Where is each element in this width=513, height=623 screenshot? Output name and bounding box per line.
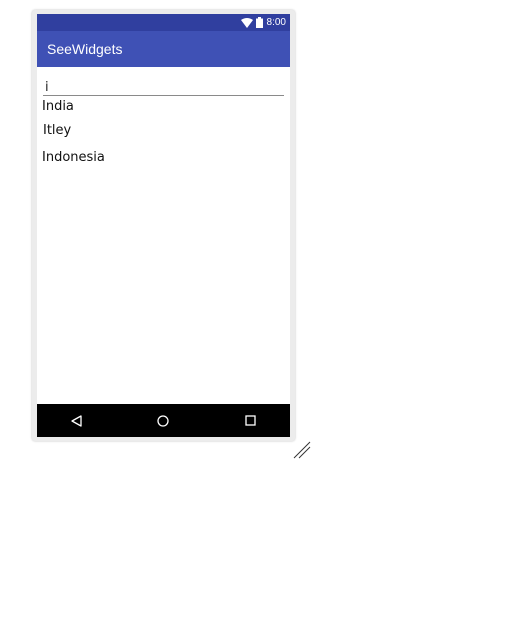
back-icon bbox=[70, 414, 82, 427]
suggestion-item-india[interactable]: India bbox=[42, 99, 74, 114]
status-time: 8:00 bbox=[266, 17, 286, 28]
status-icons: 8:00 bbox=[240, 14, 286, 31]
suggestion-item-itley[interactable]: Itley bbox=[43, 123, 71, 138]
back-button[interactable] bbox=[61, 404, 91, 437]
recents-button[interactable] bbox=[235, 404, 265, 437]
home-icon bbox=[157, 414, 169, 427]
app-title: SeeWidgets bbox=[47, 41, 123, 57]
emulator-frame: 8:00 SeeWidgets India Itley Indonesia bbox=[32, 10, 295, 441]
wifi-icon bbox=[240, 17, 253, 28]
battery-icon bbox=[255, 17, 263, 28]
resize-grip-icon[interactable] bbox=[292, 440, 312, 460]
navigation-bar bbox=[37, 404, 290, 437]
search-input[interactable] bbox=[43, 80, 284, 96]
home-button[interactable] bbox=[148, 404, 178, 437]
status-bar: 8:00 bbox=[37, 14, 290, 31]
device-screen: 8:00 SeeWidgets India Itley Indonesia bbox=[37, 14, 290, 437]
app-bar: SeeWidgets bbox=[37, 31, 290, 67]
suggestion-item-indonesia[interactable]: Indonesia bbox=[42, 150, 105, 165]
recents-icon bbox=[244, 415, 256, 426]
